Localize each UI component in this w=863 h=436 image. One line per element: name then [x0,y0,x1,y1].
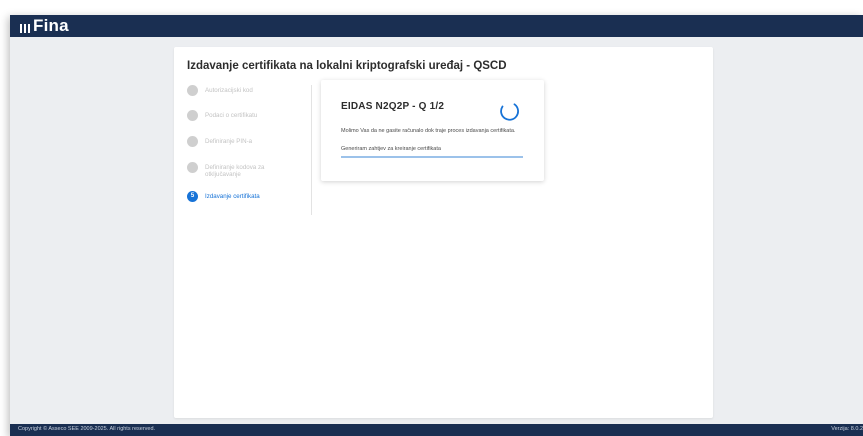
step-certificate-issuance: 5 Izdavanje certifikata [187,191,290,202]
step-label: Podaci o certifikatu [205,112,258,119]
step-label: Autorizacijski kod [205,87,253,94]
logo-text: Fina [33,16,69,35]
top-bar: Fina [10,15,863,37]
progress-bar-fill [341,156,523,158]
version-text: Verzija: 8.0.2 [831,426,863,432]
fina-logo[interactable]: Fina [20,15,69,37]
main-card: Izdavanje certifikata na lokalni kriptog… [174,47,713,418]
step-indicator [187,162,198,173]
do-not-shutdown-message: Molimo Vas da ne gasite računalo dok tra… [341,128,516,134]
step-label-active: Izdavanje certifikata [205,193,260,200]
step-indicator [187,85,198,96]
footer: Copyright © Asseco SEE 2009-2025. All ri… [10,424,863,436]
page-title: Izdavanje certifikata na lokalni kriptog… [187,60,507,72]
token-title: EIDAS N2Q2P - Q 1/2 [341,101,445,112]
step-label: Definiranje kodova za otključavanje [205,164,265,178]
step-authorization-code: Autorizacijski kod [187,85,290,96]
stepper: Autorizacijski kod Podaci o certifikatu … [187,85,312,215]
browser-window: Fina Izdavanje certifikata na lokalni kr… [10,15,863,436]
issuance-panel: EIDAS N2Q2P - Q 1/2 Molimo Vas da ne gas… [321,80,544,181]
status-text: Generiram zahtjev za kreiranje certifika… [341,146,441,152]
progress-bar [341,156,523,158]
step-indicator [187,136,198,147]
step-unlock-codes: Definiranje kodova za otključavanje [187,162,290,178]
loading-spinner-icon [500,103,519,121]
step-indicator [187,110,198,121]
logo-bars-icon [20,23,30,33]
step-label: Definiranje PIN-a [205,138,253,145]
step-pin-definition: Definiranje PIN-a [187,136,290,147]
step-number-badge: 5 [187,191,198,202]
step-certificate-data: Podaci o certifikatu [187,110,290,121]
copyright-text: Copyright © Asseco SEE 2009-2025. All ri… [18,426,156,432]
